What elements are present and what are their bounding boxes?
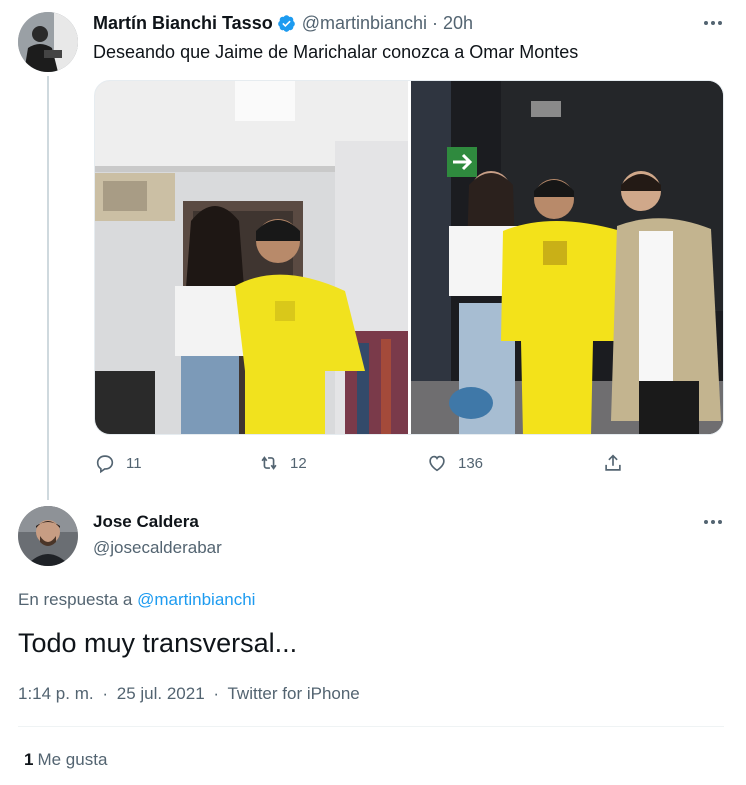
reply-count: 11	[126, 454, 142, 472]
reply-time[interactable]: 1:14 p. m.	[18, 684, 94, 703]
reply-icon	[96, 455, 114, 474]
tweet-text: Deseando que Jaime de Marichalar conozca…	[93, 42, 579, 62]
retweet-count: 12	[290, 454, 307, 472]
avatar-image	[18, 12, 78, 72]
likes-label: Me gusta	[37, 750, 108, 769]
more-options-icon[interactable]	[702, 18, 724, 28]
meta-dot-1: ·	[102, 684, 109, 703]
reply-display-name[interactable]: Jose Caldera	[93, 512, 199, 532]
like-button[interactable]: 136	[426, 452, 483, 474]
reply-date[interactable]: 25 jul. 2021	[117, 684, 205, 703]
timestamp[interactable]: 20h	[443, 13, 473, 34]
reply-source[interactable]: Twitter for iPhone	[227, 684, 359, 703]
reply-avatar-image	[18, 506, 78, 566]
handle[interactable]: @martinbianchi	[302, 13, 427, 34]
share-icon	[605, 454, 621, 471]
in-reply-prefix: En respuesta a	[18, 590, 133, 609]
verified-badge-icon	[277, 15, 295, 32]
tweet-actions: 11 12 136	[94, 452, 724, 476]
meta-dot-2: ·	[213, 684, 220, 703]
tweet-meta: 1:14 p. m. · 25 jul. 2021 · Twitter for …	[18, 684, 364, 704]
in-reply-to: En respuesta a @martinbianchi	[18, 590, 255, 610]
media-grid	[94, 80, 724, 435]
avatar[interactable]	[18, 12, 78, 72]
reply-more-options-icon[interactable]	[702, 517, 724, 527]
reply-button[interactable]: 11	[94, 452, 142, 474]
in-reply-handle-link[interactable]: @martinbianchi	[137, 590, 255, 609]
likes-summary[interactable]: 1 Me gusta	[24, 750, 107, 770]
likes-count: 1	[24, 750, 34, 769]
reply-avatar[interactable]	[18, 506, 78, 566]
display-name[interactable]: Martín Bianchi Tasso	[93, 13, 273, 34]
retweet-button[interactable]: 12	[258, 452, 307, 474]
share-button[interactable]	[602, 452, 624, 474]
reply-text: Todo muy transversal...	[18, 628, 298, 658]
tweet-header: Martín Bianchi Tasso @martinbianchi · 20…	[93, 13, 473, 34]
retweet-icon	[261, 456, 277, 470]
separator: ·	[432, 13, 439, 33]
divider	[18, 726, 724, 727]
photo-event-green-exit[interactable]	[410, 81, 723, 434]
photo-backstage-room[interactable]	[95, 81, 408, 434]
photo-backstage-room-image	[95, 81, 408, 434]
like-count: 136	[458, 454, 484, 472]
reply-handle[interactable]: @josecalderabar	[93, 538, 222, 558]
thread-connector-line	[47, 76, 49, 500]
photo-event-green-exit-image	[410, 81, 723, 434]
heart-icon	[429, 455, 445, 472]
